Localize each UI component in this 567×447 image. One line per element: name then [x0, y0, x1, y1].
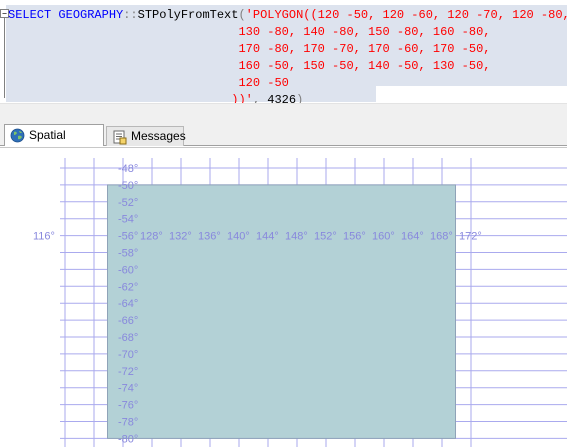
x-axis-label: 116° — [33, 231, 55, 243]
y-axis-label: -70° — [118, 349, 138, 361]
tab-messages[interactable]: Messages — [106, 126, 186, 146]
x-axis-label: 152° — [314, 231, 337, 243]
y-axis-labels: -48° -50° -52° -54° -56° -58° -60° -62° -64° -66°… — [118, 163, 138, 445]
collapse-guide-line — [4, 18, 5, 98]
y-axis-label: -64° — [118, 298, 138, 310]
results-tab-strip: Spatial results Messages — [0, 120, 567, 163]
x-axis-label: 148° — [285, 231, 308, 243]
sql-code[interactable]: SELECT GEOGRAPHY::STPolyFromText('POLYGO… — [8, 7, 567, 109]
query-editor[interactable]: − SELECT GEOGRAPHY::STPolyFromText('POLY… — [0, 0, 567, 107]
x-axis-label: 156° — [343, 231, 366, 243]
code-line-5: 120 -50 — [238, 76, 289, 90]
keyword-select: SELECT — [8, 8, 52, 22]
x-axis-label: 128° — [140, 231, 163, 243]
y-axis-label: -50° — [118, 180, 138, 192]
code-line-1-string: 'POLYGON((120 -50, 120 -60, 120 -70, 120… — [245, 8, 567, 22]
x-axis-label: 172° — [459, 231, 482, 243]
messages-icon — [113, 130, 127, 145]
tab-spatial-results[interactable]: Spatial results — [4, 124, 104, 163]
y-axis-label: -58° — [118, 248, 138, 260]
x-axis-label: 136° — [198, 231, 221, 243]
y-axis-label: -80° — [118, 433, 138, 445]
y-axis-label: -72° — [118, 366, 138, 378]
function-name: STPolyFromText — [137, 8, 239, 22]
y-axis-label: -60° — [118, 264, 138, 276]
x-axis-label: 132° — [169, 231, 192, 243]
y-axis-label: -68° — [118, 332, 138, 344]
type-geography: GEOGRAPHY — [58, 8, 124, 22]
x-axis-label: 144° — [256, 231, 279, 243]
code-line-3: 170 -80, 170 -70, 170 -60, 170 -50, — [238, 42, 491, 56]
scope-operator: :: — [123, 8, 138, 22]
x-axis-label: 160° — [372, 231, 395, 243]
y-axis-label: -78° — [118, 417, 138, 429]
y-axis-label: -48° — [118, 163, 138, 175]
y-axis-label: -74° — [118, 383, 138, 395]
x-axis-labels: 116° 128° 132° 136° 140° 144° 148° 152° 156° 160°… — [33, 231, 482, 243]
polygon-shape[interactable] — [107, 184, 456, 439]
y-axis-label: -62° — [118, 281, 138, 293]
code-line-2: 130 -80, 140 -80, 150 -80, 160 -80, — [238, 25, 491, 39]
y-axis-label: -66° — [118, 315, 138, 327]
globe-icon — [10, 128, 25, 143]
spatial-map[interactable]: 116° 128° 132° 136° 140° 144° 148° 152° 156° 160°… — [0, 148, 567, 447]
y-axis-label: -56° — [118, 231, 138, 243]
horizontal-scrollbar[interactable] — [0, 103, 567, 121]
spatial-results-pane[interactable]: 116° 128° 132° 136° 140° 144° 148° 152° 156° 160°… — [0, 147, 567, 447]
open-paren: ( — [238, 8, 246, 22]
y-axis-label: -76° — [118, 400, 138, 412]
tab-label: Messages — [131, 129, 186, 143]
y-axis-label: -54° — [118, 214, 138, 226]
y-axis-label: -52° — [118, 197, 138, 209]
code-line-4: 160 -50, 150 -50, 140 -50, 130 -50, — [238, 59, 491, 73]
x-axis-label: 168° — [430, 231, 453, 243]
x-axis-label: 164° — [401, 231, 424, 243]
x-axis-label: 140° — [227, 231, 250, 243]
